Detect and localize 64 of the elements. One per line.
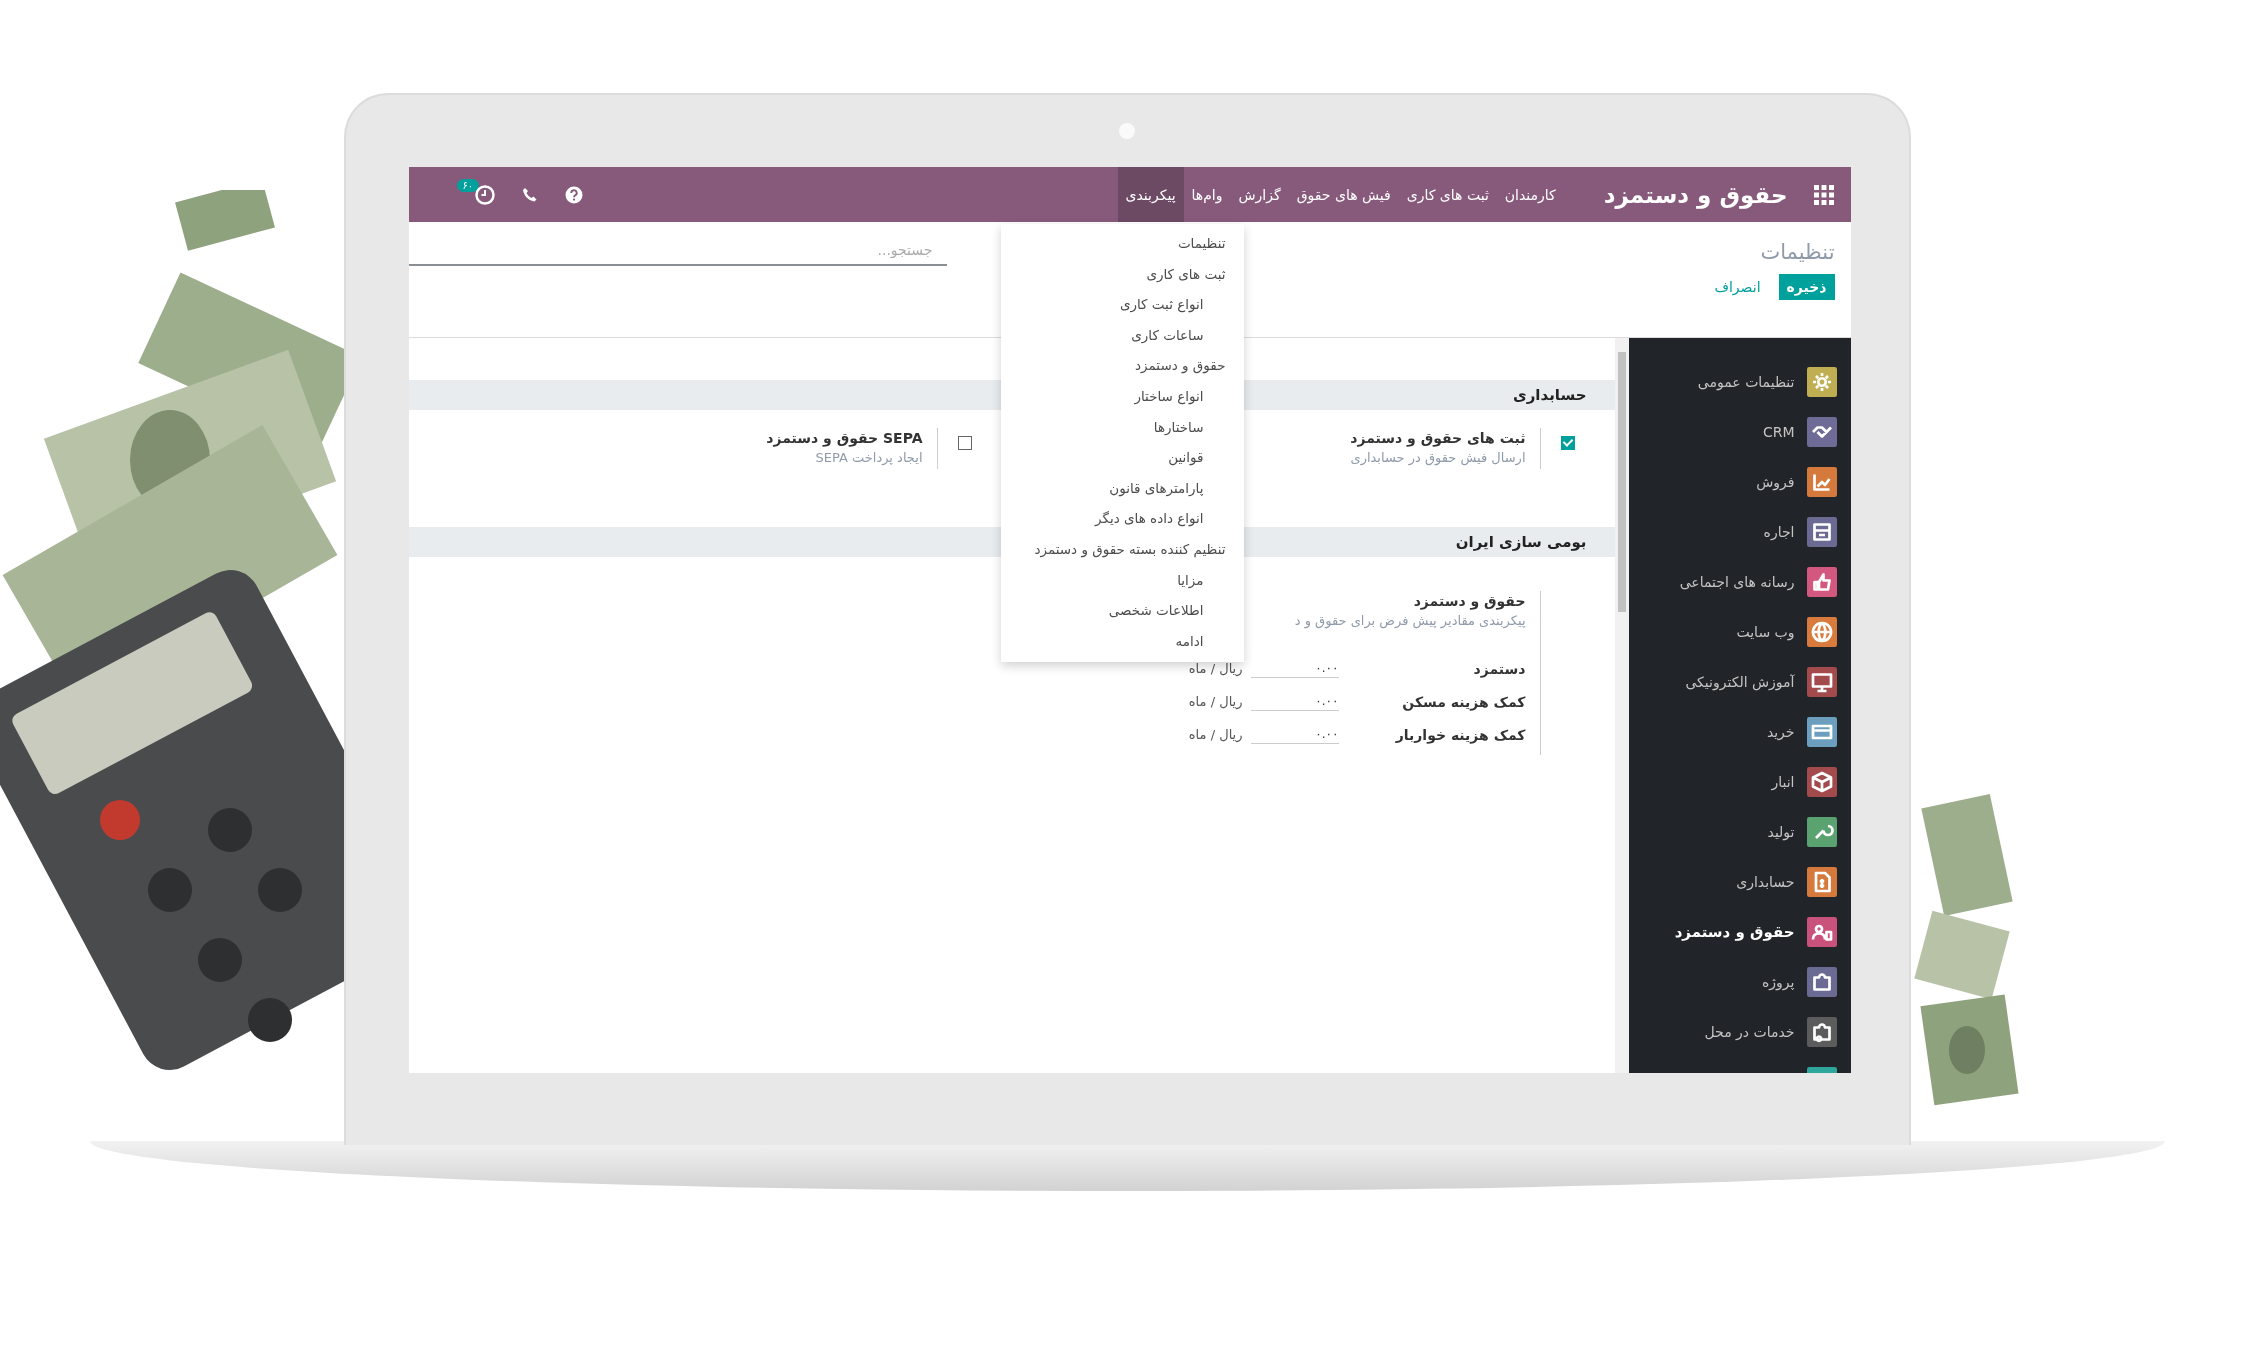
thumbs-up-icon[interactable]: [1806, 567, 1837, 597]
globe-icon[interactable]: [1806, 617, 1837, 647]
app-title: حقوق و دستمزد: [1603, 181, 1788, 208]
sidebar-item[interactable]: انبار: [1771, 774, 1795, 790]
setting-description: پیکربندی مقادیر پیش فرض برای حقوق و د: [1293, 613, 1526, 628]
scrollbar[interactable]: [1614, 338, 1629, 1073]
menu-item[interactable]: قوانین: [1000, 442, 1244, 473]
phone-icon[interactable]: [520, 185, 539, 204]
field-label: کمک هزینه مسکن: [1401, 693, 1526, 710]
checkbox[interactable]: [957, 436, 972, 450]
setting-description: ایجاد پرداخت SEPA: [814, 450, 923, 465]
sidebar-item[interactable]: حسابداری: [1736, 874, 1795, 890]
menu-item[interactable]: اطلاعات شخصی: [1000, 595, 1244, 626]
menu-tab[interactable]: گزارش: [1230, 167, 1289, 222]
menu-tab[interactable]: وام‌ها: [1183, 167, 1231, 222]
box-icon[interactable]: [1806, 767, 1837, 797]
sidebar-item[interactable]: آموزش الکترونیکی: [1685, 674, 1795, 690]
notification-badge: ۶۰: [456, 178, 480, 192]
menu-item[interactable]: پارامترهای قانون: [1000, 472, 1244, 504]
clock-icon[interactable]: [474, 184, 495, 205]
apps-grid-icon[interactable]: [1813, 184, 1834, 205]
card-icon[interactable]: [1806, 717, 1837, 747]
menu-item[interactable]: ساختارها: [1000, 411, 1244, 443]
menu-tab[interactable]: فیش های حقوق: [1288, 167, 1399, 222]
menu-tab[interactable]: ثبت های کاری: [1398, 167, 1497, 222]
unit-label: ریال / ماه: [1188, 727, 1243, 742]
menu-item[interactable]: ثبت های کاری: [1000, 258, 1244, 290]
setting-label: SEPA حقوق و دستمزد: [766, 430, 923, 446]
field-label: کمک هزینه خواربار: [1394, 726, 1526, 743]
menu-tab[interactable]: کارمندان: [1496, 167, 1564, 222]
sidebar-item[interactable]: CRM: [1762, 424, 1795, 440]
setting-description: ارسال فیش حقوق در حسابداری: [1350, 450, 1526, 465]
field-label: دستمزد: [1472, 660, 1526, 677]
person-icon[interactable]: [1806, 917, 1837, 947]
menu-tab[interactable]: پیکربندی: [1117, 167, 1184, 222]
sidebar-item[interactable]: رسانه های اجتماعی: [1679, 574, 1795, 590]
checkbox[interactable]: [1560, 436, 1575, 450]
menu-item[interactable]: مزایا: [1000, 564, 1244, 596]
gear-icon[interactable]: [1806, 367, 1837, 397]
setting-label: حقوق و دستمزد: [1413, 593, 1526, 609]
table-icon[interactable]: [1806, 517, 1837, 547]
setting-label: ثبت های حقوق و دستمزد: [1350, 430, 1526, 446]
help-icon[interactable]: [564, 185, 583, 204]
sidebar-item[interactable]: اجاره: [1763, 524, 1795, 540]
sidebar-item[interactable]: خرید: [1766, 724, 1795, 740]
sidebar-item[interactable]: حقوق و دستمزد: [1674, 923, 1795, 941]
sidebar-item[interactable]: تولید: [1767, 824, 1795, 840]
menu-item[interactable]: انواع ساختار: [1000, 380, 1244, 412]
sidebar-item[interactable]: خدمات در محل: [1704, 1024, 1795, 1040]
chart-icon[interactable]: [1806, 467, 1837, 497]
menu-item[interactable]: ساعات کاری: [1000, 319, 1244, 351]
document-icon[interactable]: [1806, 867, 1837, 897]
menu-item[interactable]: حقوق و دستمزد: [1000, 350, 1244, 381]
menu-item[interactable]: ادامه: [1000, 625, 1244, 657]
unit-label: ریال / ماه: [1188, 661, 1243, 676]
sidebar-item[interactable]: پروژه: [1762, 974, 1795, 990]
presentation-icon[interactable]: [1806, 667, 1837, 697]
sidebar-item[interactable]: تنظیمات عمومی: [1697, 374, 1795, 390]
menu-item[interactable]: تنظیمات: [1000, 228, 1244, 259]
unit-label: ریال / ماه: [1188, 694, 1243, 709]
sidebar-item[interactable]: فروش: [1756, 474, 1795, 490]
menu-item[interactable]: انواع ثبت کاری: [1000, 289, 1244, 320]
sidebar-item[interactable]: وب سایت: [1736, 624, 1795, 640]
page-title: تنظیمات: [1760, 240, 1835, 264]
